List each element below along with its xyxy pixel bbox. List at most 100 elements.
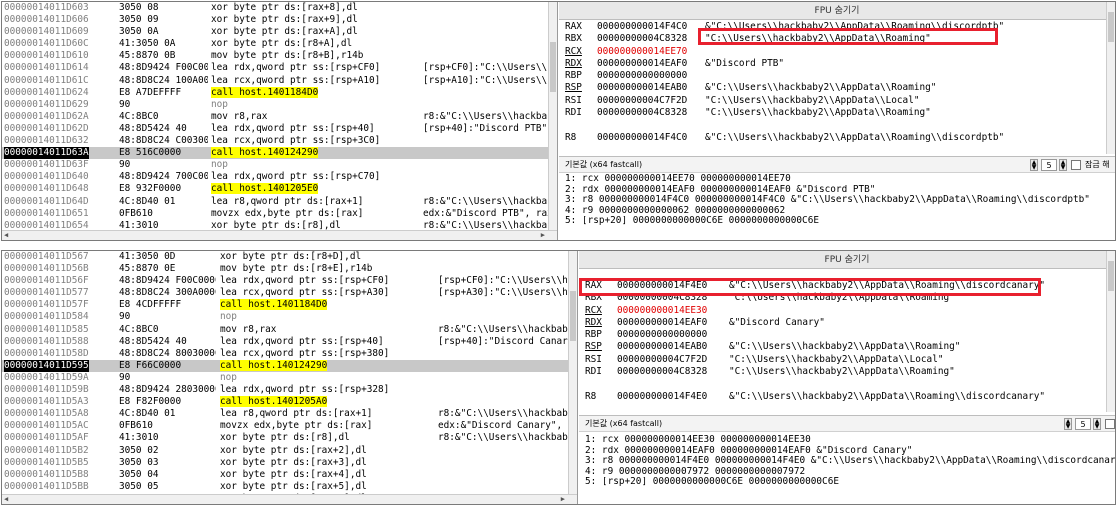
unlock-checkbox[interactable] xyxy=(1071,160,1081,170)
call-argument[interactable]: 5: [rsp+20] 0000000000000C6E 00000000000… xyxy=(559,216,1115,227)
register-row[interactable]: RSI 00000000004C7F2D "C:\\Users\\hackbaby2… xyxy=(559,95,1105,107)
register-row[interactable]: RBP 0000000000000000 xyxy=(579,329,1105,341)
call-argument[interactable]: 1: rcx 000000000014EE70 000000000014EE70 xyxy=(559,174,1115,185)
disassembly-row[interactable]: 00000014011D609 3050 0A xor byte ptr ds:[r… xyxy=(2,26,557,38)
register-row[interactable]: RDI 00000000004C8328 "C:\\Users\\hackbaby2… xyxy=(559,107,1105,119)
call-argument[interactable]: 4: r9 0000000000000062 0000000000000062 xyxy=(559,206,1115,217)
call-argument[interactable]: 1: rcx 000000000014EE30 000000000014EE30 xyxy=(579,435,1115,446)
disassembly-row[interactable]: 00000014011D5B2 3050 02 xor byte ptr ds:[r… xyxy=(2,445,577,457)
call-target-highlight[interactable]: call host.1401205A0 xyxy=(220,396,328,408)
call-target-highlight[interactable]: call host.140124290 xyxy=(211,147,319,159)
instruction-text: lea rdx,qword ptr ss:[rsp+40] xyxy=(211,122,375,134)
disassembly-row[interactable]: 00000014011D588 48:8D5424 40 lea rdx,qword… xyxy=(2,336,577,348)
disassembly-horizontal-scrollbar[interactable]: ◀ ▶ xyxy=(2,230,557,240)
disassembly-row[interactable]: 00000014011D606 3050 09 xor byte ptr ds:[r… xyxy=(2,14,557,26)
disassembly-row[interactable]: 00000014011D585 4C:8BC0 mov r8,rax r8:&"C:\… xyxy=(2,324,577,336)
instruction-comment: r8:&"C:\\Users\\hackbaby xyxy=(438,408,574,420)
disassembly-row[interactable]: 00000014011D648 E8 932F0000 call host.1401… xyxy=(2,183,557,195)
disassembly-row[interactable]: 00000014011D624 E8 A7DEFFFF call host.1401… xyxy=(2,86,557,99)
disassembly-row[interactable]: 00000014011D64D 4C:8D40 01 lea r8,qword pt… xyxy=(2,196,557,208)
register-row[interactable]: RDX 000000000014EAF0 &"Discord Canary" xyxy=(579,317,1105,329)
register-row[interactable]: RCX 000000000014EE30 xyxy=(579,305,1105,317)
disassembly-row[interactable]: 00000014011D577 48:8D8C24 300A0000 lea rcx… xyxy=(2,287,577,299)
call-argument[interactable]: 2: rdx 000000000014EAF0 000000000014EAF0… xyxy=(579,446,1115,457)
instruction-text: nop xyxy=(220,371,237,383)
arg-count-spinner[interactable]: ▲ ▼ xyxy=(1064,418,1072,430)
disassembly-row[interactable]: 00000014011D57F E8 4CDFFFFF call host.1401… xyxy=(2,299,577,311)
disassembly-row[interactable]: 00000014011D59A 90 nop xyxy=(2,372,577,384)
disassembly-row[interactable]: 00000014011D632 48:8D8C24 C0030000lea rcx… xyxy=(2,135,557,147)
call-argument[interactable]: 2: rdx 000000000014EAF0 000000000014EAF0… xyxy=(559,185,1115,196)
disassembly-horizontal-scrollbar[interactable]: ◀ ▶ xyxy=(2,494,577,504)
register-name: RSP xyxy=(565,82,582,94)
disassembly-row[interactable]: 00000014011D610 45:8870 0B mov byte ptr ds… xyxy=(2,50,557,62)
arg-count-field[interactable]: 5 xyxy=(1041,159,1057,171)
disassembly-row[interactable]: 00000014011D62A 4C:8BC0 mov r8,rax r8:&"C:\… xyxy=(2,111,557,123)
fpu-toggle-button[interactable]: FPU 숨기기 xyxy=(579,251,1115,269)
register-row[interactable]: RDI 00000000004C8328 "C:\\Users\\hackbaby2… xyxy=(579,366,1105,378)
disassembly-row[interactable]: 00000014011D63A E8 516C0000 call host.1401… xyxy=(2,147,557,160)
arg-count-stepper[interactable]: ▲ ▼ xyxy=(1093,418,1101,430)
disassembly-vertical-scrollbar[interactable] xyxy=(548,2,557,230)
register-scrollbar[interactable] xyxy=(1106,251,1115,412)
call-argument[interactable]: 3: r8 000000000014F4C0 000000000014F4C0 … xyxy=(559,195,1115,206)
disassembly-row[interactable]: 00000014011D5B8 3050 04 xor byte ptr ds:[r… xyxy=(2,469,577,481)
disassembly-row[interactable]: 00000014011D651 0FB610 movzx edx,byte ptr … xyxy=(2,208,557,220)
call-argument[interactable]: 3: r8 000000000014F4E0 000000000014F4E0 … xyxy=(579,456,1115,467)
disassembly-row[interactable]: 00000014011D5B5 3050 03 xor byte ptr ds:[r… xyxy=(2,457,577,469)
instruction-comment: r8:&"C:\\Users\\hackbaby xyxy=(438,432,574,444)
disassembly-row[interactable]: 00000014011D61C 48:8D8C24 100A0000lea rcx… xyxy=(2,75,557,87)
disassembly-row[interactable]: 00000014011D614 48:8D9424 F00C0000lea rdx… xyxy=(2,62,557,74)
instruction-text: xor byte ptr ds:[rax+8],dl xyxy=(211,2,358,13)
register-scrollbar[interactable] xyxy=(1106,2,1115,154)
instruction-address: 00000014011D609 xyxy=(4,26,89,38)
disassembly-row[interactable]: 00000014011D5AF 41:3010 xor byte ptr ds:[r… xyxy=(2,432,577,444)
disassembly-vertical-scrollbar[interactable] xyxy=(568,251,577,494)
arg-count-field[interactable]: 5 xyxy=(1075,418,1091,430)
disassembly-row[interactable]: 00000014011D56F 48:8D9424 F00C0000 lea rdx… xyxy=(2,275,577,287)
disassembly-rows: 00000014011D567 41:3050 0D xor byte ptr ds… xyxy=(2,251,577,504)
call-target-highlight[interactable]: call host.1401205E0 xyxy=(211,183,319,195)
disassembly-row[interactable]: 00000014011D63F 90 nop xyxy=(2,159,557,171)
disassembly-row[interactable]: 00000014011D5AC 0FB610 movzx edx,byte ptr … xyxy=(2,420,577,432)
register-row[interactable] xyxy=(579,378,1105,390)
disassembly-view[interactable]: 00000014011D567 41:3050 0D xor byte ptr ds… xyxy=(2,251,578,504)
disassembly-row[interactable]: 00000014011D640 48:8D9424 700C0000lea rdx… xyxy=(2,171,557,183)
register-name: RDI xyxy=(585,366,602,378)
disassembly-view[interactable]: 00000014011D603 3050 08 xor byte ptr ds:[r… xyxy=(2,2,558,240)
call-argument[interactable]: 4: r9 0000000000007972 0000000000007972 xyxy=(579,467,1115,478)
disassembly-row[interactable]: 00000014011D603 3050 08 xor byte ptr ds:[r… xyxy=(2,2,557,14)
disassembly-row[interactable]: 00000014011D584 90 nop xyxy=(2,311,577,323)
disassembly-row[interactable]: 00000014011D59B 48:8D9424 28030000 lea rdx… xyxy=(2,384,577,396)
register-row[interactable]: R8 000000000014F4E0 &"C:\\Users\\hackbaby2… xyxy=(579,391,1105,403)
register-row[interactable]: RSP 000000000014EAB0 &"C:\\Users\\hackbaby… xyxy=(579,341,1105,353)
disassembly-row[interactable]: 00000014011D62D 48:8D5424 40 lea rdx,qword… xyxy=(2,123,557,135)
arg-count-stepper[interactable]: ▲ ▼ xyxy=(1059,159,1067,171)
disassembly-row[interactable]: 00000014011D595 E8 F66C0000 call host.1401… xyxy=(2,359,577,372)
disassembly-row[interactable]: 00000014011D60C 41:3050 0A xor byte ptr ds… xyxy=(2,38,557,50)
register-row[interactable]: RSI 00000000004C7F2D "C:\\Users\\hackbaby2… xyxy=(579,354,1105,366)
register-row[interactable]: R8 000000000014F4C0 &"C:\\Users\\hackbaby2… xyxy=(559,132,1105,144)
arg-count-spinner[interactable]: ▲ ▼ xyxy=(1030,159,1038,171)
instruction-address: 00000014011D5A3 xyxy=(4,396,89,408)
instruction-text: mov byte ptr ds:[r8+E],r14b xyxy=(220,263,373,275)
disassembly-row[interactable]: 00000014011D629 90 nop xyxy=(2,99,557,111)
disassembly-row[interactable]: 00000014011D567 41:3050 0D xor byte ptr ds… xyxy=(2,251,577,263)
register-row[interactable]: RBP 0000000000000000 xyxy=(559,70,1105,82)
register-row[interactable]: RSP 000000000014EAB0 &"C:\\Users\\hackbaby… xyxy=(559,82,1105,94)
disassembly-row[interactable]: 00000014011D58D 48:8D8C24 80030000 lea rcx… xyxy=(2,348,577,360)
disassembly-row[interactable]: 00000014011D5BB 3050 05 xor byte ptr ds:[r… xyxy=(2,481,577,493)
call-target-highlight[interactable]: call host.1401184D0 xyxy=(220,299,328,311)
call-target-highlight[interactable]: call host.140124290 xyxy=(220,359,328,371)
register-row[interactable] xyxy=(559,119,1105,131)
disassembly-row[interactable]: 00000014011D5A3 E8 F82F0000 call host.1401… xyxy=(2,396,577,408)
call-target-highlight[interactable]: call host.1401184D0 xyxy=(211,86,319,98)
fpu-toggle-button[interactable]: FPU 숨기기 xyxy=(559,2,1115,20)
instruction-text: xor byte ptr ds:[r8+A],dl xyxy=(211,38,353,50)
call-argument[interactable]: 5: [rsp+20] 0000000000000C6E 00000000000… xyxy=(579,477,1115,488)
disassembly-row[interactable]: 00000014011D5A8 4C:8D40 01 lea r8,qword pt… xyxy=(2,408,577,420)
register-row[interactable]: RCX 000000000014EE70 xyxy=(559,46,1105,58)
unlock-checkbox[interactable] xyxy=(1105,419,1115,429)
register-row[interactable]: RDX 000000000014EAF0 &"Discord PTB" xyxy=(559,58,1105,70)
disassembly-row[interactable]: 00000014011D56B 45:8870 0E mov byte ptr ds… xyxy=(2,263,577,275)
